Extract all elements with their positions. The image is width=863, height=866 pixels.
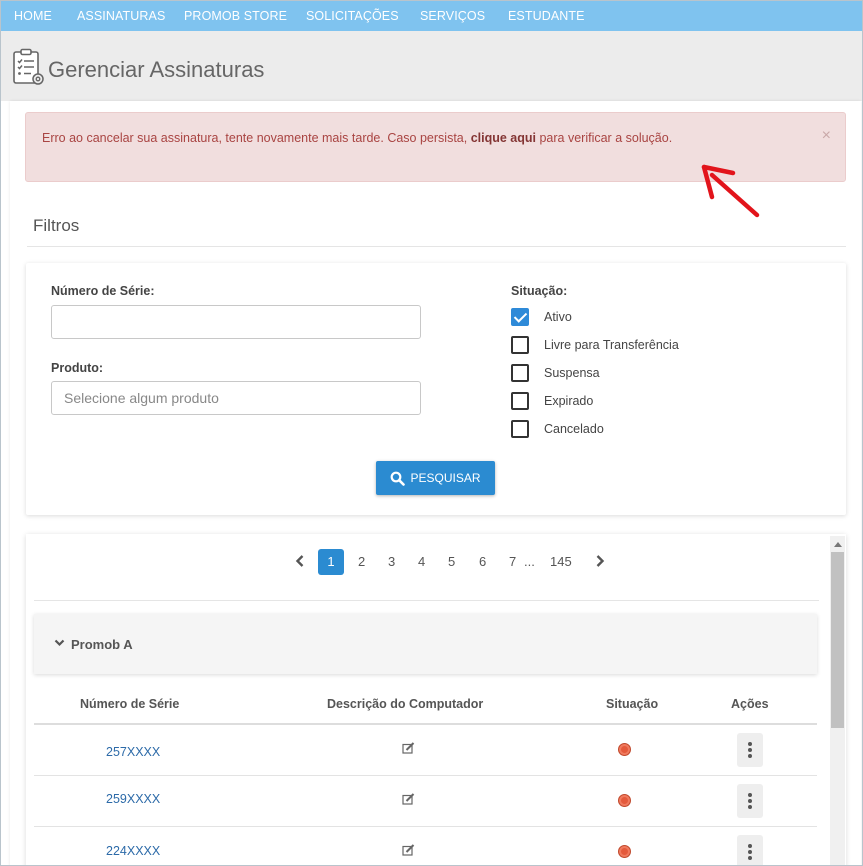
status-option-cancelado[interactable]: Cancelado [511,419,604,439]
search-button-label: PESQUISAR [410,471,481,485]
checkbox-cancelado[interactable] [511,420,529,438]
alert-text: Erro ao cancelar sua assinatura, tente n… [42,131,471,145]
top-nav: HOME ASSINATURAS PROMOB STORE SOLICITAÇÕ… [1,1,862,31]
status-label: Situação: [511,284,568,298]
alert-message: Erro ao cancelar sua assinatura, tente n… [42,131,672,145]
product-label: Produto: [51,361,104,375]
group-header[interactable]: Promob A [34,614,817,674]
browser-frame: HOME ASSINATURAS PROMOB STORE SOLICITAÇÕ… [0,0,863,866]
page-ellipsis: ... [524,554,535,569]
edit-icon[interactable] [402,793,415,805]
divider [34,723,817,725]
page-5[interactable]: 5 [448,554,455,569]
serial-link[interactable]: 224XXXX [106,844,160,858]
edit-icon[interactable] [402,844,415,856]
status-option-suspensa[interactable]: Suspensa [511,363,600,383]
nav-estudante[interactable]: ESTUDANTE [508,9,585,23]
clipboard-checklist-icon [13,48,44,85]
checkbox-livre-para-transferencia[interactable] [511,336,529,354]
nav-assinaturas[interactable]: ASSINATURAS [77,9,165,23]
red-arrow-icon [701,164,760,218]
status-option-ativo[interactable]: Ativo [511,307,572,327]
results-scrollbar[interactable] [830,536,845,865]
checkbox-ativo[interactable] [511,308,529,326]
filters-title: Filtros [33,216,80,235]
divider [27,246,846,247]
chevron-down-icon [54,639,65,647]
page-6[interactable]: 6 [479,554,486,569]
edit-icon[interactable] [402,742,415,754]
search-button[interactable]: PESQUISAR [376,461,495,495]
serial-input[interactable] [51,305,421,339]
checkbox-expirado[interactable] [511,392,529,410]
nav-solicitacoes[interactable]: SOLICITAÇÕES [306,9,399,23]
page-2[interactable]: 2 [358,554,365,569]
row-actions-button[interactable] [737,835,763,865]
column-header-description: Descrição do Computador [327,697,484,711]
chevron-left-icon[interactable] [295,554,305,568]
row-actions-button[interactable] [737,784,763,818]
scroll-up-icon[interactable] [834,542,842,547]
page-title: Gerenciar Assinaturas [48,57,265,82]
alert-text-after: para verificar a solução. [536,131,673,145]
checkbox-suspensa[interactable] [511,364,529,382]
nav-promob-store[interactable]: PROMOB STORE [184,9,287,23]
checkbox-label: Suspensa [544,366,600,380]
page-145[interactable]: 145 [550,554,572,569]
product-select[interactable] [51,381,421,415]
serial-link[interactable]: 259XXXX [106,792,160,806]
checkbox-label: Ativo [544,310,572,324]
search-icon [391,471,406,486]
status-dot [618,794,631,807]
checkbox-label: Expirado [544,394,594,408]
status-dot [618,845,631,858]
page-1[interactable]: 1 [318,549,344,575]
status-dot [618,743,631,756]
page-header: Gerenciar Assinaturas [1,31,862,101]
serial-label: Número de Série: [51,284,155,298]
status-option-livre[interactable]: Livre para Transferência [511,335,679,355]
row-actions-button[interactable] [737,733,763,767]
table-row-divider [34,826,817,827]
status-option-expirado[interactable]: Expirado [511,391,593,411]
alert-link[interactable]: clique aqui [471,131,536,145]
group-label: Promob A [71,637,133,652]
chevron-right-icon[interactable] [595,554,605,568]
scroll-thumb[interactable] [831,552,844,728]
checkbox-label: Cancelado [544,422,604,436]
column-header-serial: Número de Série [80,697,180,711]
page-3[interactable]: 3 [388,554,395,569]
serial-link[interactable]: 257XXXX [106,745,160,759]
close-icon[interactable]: × [822,127,831,145]
column-header-actions: Ações [731,697,769,711]
column-header-status: Situação [606,697,659,711]
page-4[interactable]: 4 [418,554,425,569]
page-7[interactable]: 7 [509,554,516,569]
nav-home[interactable]: HOME [14,9,52,23]
checkbox-label: Livre para Transferência [544,338,679,352]
table-row-divider [34,775,817,776]
nav-servicos[interactable]: SERVIÇOS [420,9,485,23]
divider [34,600,819,601]
